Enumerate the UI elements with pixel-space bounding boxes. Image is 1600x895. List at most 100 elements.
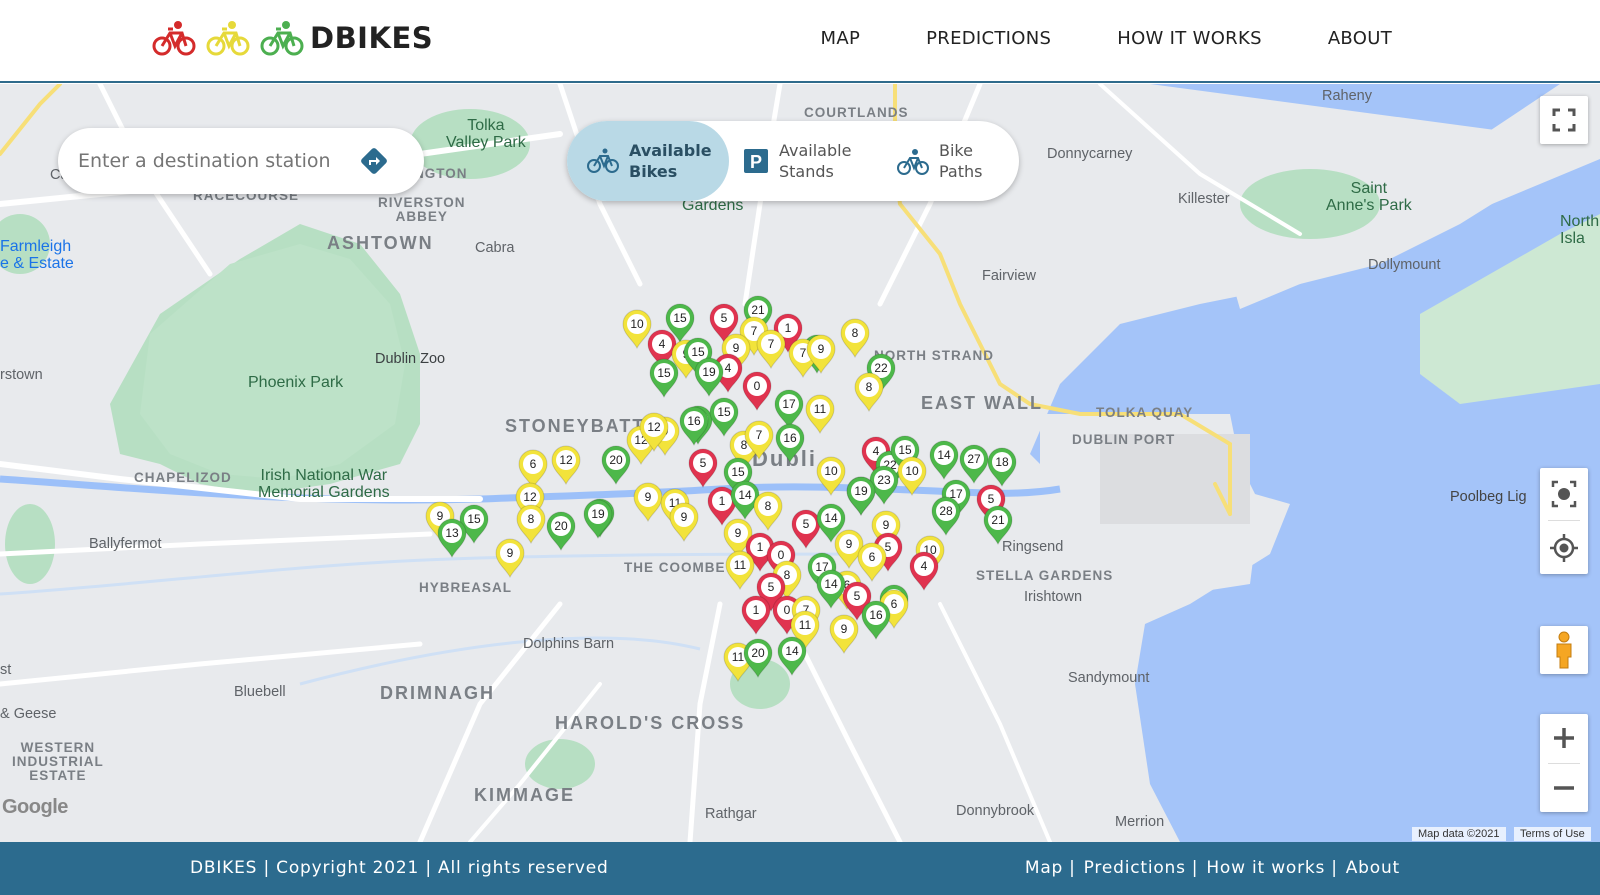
station-marker[interactable]: 1 [741, 595, 771, 636]
station-marker[interactable]: 9 [633, 482, 663, 523]
zoom-in-button[interactable] [1540, 714, 1588, 762]
logo[interactable]: DBIKES [152, 18, 433, 58]
footer-links: Map | Predictions | How it works | About [1025, 858, 1400, 878]
station-marker[interactable]: 10 [816, 456, 846, 497]
station-bike-count: 4 [873, 444, 880, 458]
my-location-button[interactable] [1540, 522, 1588, 574]
street-view-pegman[interactable] [1540, 626, 1588, 674]
layer-available-bikes[interactable]: Available Bikes [567, 121, 729, 201]
station-marker[interactable]: 8 [753, 491, 783, 532]
footer-link-how-it-works[interactable]: How it works [1206, 858, 1325, 878]
station-marker[interactable]: 19 [694, 357, 724, 398]
station-bike-count: 9 [846, 537, 853, 551]
station-marker[interactable]: 6 [518, 449, 548, 490]
camera-control-button[interactable] [1540, 468, 1588, 520]
station-bike-count: 11 [814, 402, 827, 416]
nav-predictions[interactable]: PREDICTIONS [926, 28, 1051, 49]
station-marker[interactable]: 11 [725, 550, 755, 591]
station-marker[interactable]: 16 [775, 423, 805, 464]
station-marker[interactable]: 5 [688, 448, 718, 489]
footer-link-about[interactable]: About [1346, 858, 1400, 878]
footer-link-map[interactable]: Map [1025, 858, 1063, 878]
station-marker[interactable]: 19 [583, 499, 613, 540]
station-bike-count: 9 [818, 342, 825, 356]
station-bike-count: 9 [437, 509, 444, 523]
station-marker[interactable]: 20 [546, 511, 576, 552]
directions-icon[interactable] [358, 145, 390, 177]
station-marker[interactable]: 21 [983, 505, 1013, 546]
green-bike-icon [260, 21, 304, 56]
fullscreen-button[interactable] [1540, 96, 1588, 144]
station-bike-count: 8 [528, 512, 535, 526]
station-marker[interactable]: 5 [791, 509, 821, 550]
station-bike-count: 9 [645, 490, 652, 504]
station-marker[interactable]: 19 [846, 476, 876, 517]
station-marker[interactable]: 8 [840, 318, 870, 359]
station-bike-count: 5 [854, 589, 861, 603]
layer-available-stands[interactable]: P Available Stands [743, 121, 883, 201]
station-bike-count: 21 [751, 303, 765, 317]
station-marker[interactable]: 16 [861, 600, 891, 641]
station-marker[interactable]: 9 [495, 538, 525, 579]
station-bike-count: 14 [824, 577, 838, 591]
station-marker[interactable]: 18 [987, 447, 1017, 488]
destination-input[interactable] [76, 146, 346, 176]
station-marker[interactable]: 14 [777, 636, 807, 677]
station-marker[interactable]: 9 [669, 502, 699, 543]
station-marker[interactable]: 8 [516, 504, 546, 545]
station-bike-count: 15 [717, 405, 731, 419]
station-bike-count: 9 [507, 546, 514, 560]
nav-about[interactable]: ABOUT [1328, 28, 1392, 49]
nav-map[interactable]: MAP [821, 28, 861, 49]
layer-bike-paths[interactable]: Bike Paths [897, 121, 1017, 201]
layer-paths-line1: Bike [939, 141, 973, 160]
station-bike-count: 0 [778, 548, 785, 562]
station-bike-count: 4 [725, 361, 732, 375]
station-marker[interactable]: 16 [679, 406, 709, 447]
station-marker[interactable]: 8 [854, 372, 884, 413]
brand-name: DBIKES [310, 21, 434, 55]
station-bike-count: 4 [921, 559, 928, 573]
station-marker[interactable]: 13 [437, 518, 467, 559]
station-marker[interactable]: 20 [601, 445, 631, 486]
station-bike-count: 19 [702, 365, 716, 379]
footer-separator: | [1069, 858, 1076, 878]
station-marker[interactable]: 14 [929, 440, 959, 481]
terms-of-use-link[interactable]: Terms of Use [1514, 827, 1591, 841]
layer-stands-line2: Stands [779, 162, 834, 181]
station-bike-count: 14 [785, 644, 799, 658]
station-marker[interactable]: 28 [931, 496, 961, 537]
station-marker[interactable]: 10 [897, 456, 927, 497]
station-marker[interactable]: 27 [959, 444, 989, 485]
station-bike-count: 19 [854, 484, 868, 498]
footer-brand: DBIKES | Copyright 2021 | All rights res… [190, 858, 609, 878]
station-marker[interactable]: 14 [816, 569, 846, 610]
station-bike-count: 6 [530, 457, 537, 471]
station-marker[interactable]: 20 [743, 638, 773, 679]
svg-text:P: P [750, 152, 762, 172]
station-bike-count: 15 [467, 512, 481, 526]
station-marker[interactable]: 9 [829, 614, 859, 655]
station-marker[interactable]: 11 [805, 394, 835, 435]
footer-link-predictions[interactable]: Predictions [1084, 858, 1186, 878]
station-bike-count: 21 [991, 513, 1005, 527]
station-marker[interactable]: 15 [649, 358, 679, 399]
station-marker[interactable]: 0 [742, 371, 772, 412]
station-bike-count: 9 [841, 622, 848, 636]
station-marker[interactable]: 7 [756, 329, 786, 370]
station-bike-count: 27 [967, 452, 981, 466]
station-marker[interactable]: 6 [857, 542, 887, 583]
station-marker[interactable]: 12 [551, 445, 581, 486]
station-bike-count: 10 [824, 464, 838, 478]
zoom-out-button[interactable] [1540, 764, 1588, 812]
station-marker[interactable]: 15 [709, 397, 739, 438]
footer-copyright: DBIKES | Copyright 2021 | All rights res… [190, 858, 609, 878]
nav-how-it-works[interactable]: HOW IT WORKS [1117, 28, 1262, 49]
station-marker[interactable]: 4 [909, 551, 939, 592]
station-marker[interactable]: 9 [806, 334, 836, 375]
station-marker[interactable]: 10 [622, 309, 652, 350]
station-marker[interactable]: 17 [774, 389, 804, 430]
pegman-icon [1556, 631, 1572, 669]
station-bike-count: 6 [869, 550, 876, 564]
station-bike-count: 16 [869, 608, 883, 622]
